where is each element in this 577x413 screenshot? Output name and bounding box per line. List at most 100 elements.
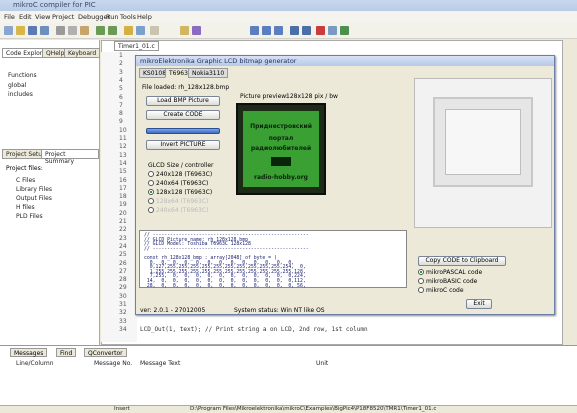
menu-bar: File Edit View Project Debugger Run Tool… — [0, 11, 577, 23]
save-all-icon[interactable] — [40, 26, 49, 35]
tab-find[interactable]: Find — [56, 348, 77, 357]
line-number: 6 — [119, 93, 123, 101]
invert-picture-button[interactable]: Invert PICTURE — [146, 140, 220, 150]
menu-view[interactable]: View — [35, 13, 50, 21]
dialog-title: mikroElektronika Graphic LCD bitmap gene… — [140, 57, 297, 65]
new-file-icon[interactable] — [4, 26, 13, 35]
line-number: 7 — [119, 101, 123, 109]
tree-output-files[interactable]: Output Files — [16, 195, 52, 202]
line-number: 16 — [119, 176, 127, 184]
generated-code[interactable]: // -------------------------------------… — [139, 230, 407, 289]
stop-icon[interactable] — [316, 26, 325, 35]
line-number: 21 — [119, 218, 127, 225]
pause-icon[interactable] — [302, 26, 311, 35]
line-number: 2 — [119, 60, 123, 68]
status-bar: Insert D:\Program Files\Mikroelektronika… — [0, 405, 577, 413]
tab-project-summary[interactable]: Project Summary — [41, 149, 99, 165]
lang-radio-pascal[interactable]: mikroPASCAL code — [418, 269, 482, 276]
line-number: 4 — [119, 76, 123, 84]
line-number: 27 — [119, 267, 127, 275]
line-number: 32 — [119, 309, 127, 317]
build-icon[interactable] — [180, 26, 189, 35]
copy-code-button[interactable]: Copy CODE to Clipboard — [418, 256, 506, 266]
tab-messages[interactable]: Messages — [10, 348, 48, 357]
watch-icon[interactable] — [328, 26, 337, 35]
picture-preview: Приднестровский портал радиолюбителей ra… — [236, 103, 326, 195]
paste-icon[interactable] — [80, 26, 89, 35]
options-icon[interactable] — [150, 26, 159, 35]
exit-button[interactable]: Exit — [466, 299, 492, 309]
menu-help[interactable]: Help — [137, 13, 152, 21]
step-into-icon[interactable] — [250, 26, 259, 35]
line-number: 14 — [119, 159, 127, 167]
load-bmp-button[interactable]: Load BMP Picture — [146, 96, 220, 106]
line-gutter: 1 2 3 4 5 6 7 8 9 10 11 12 13 14 15 16 17 18 19 20 21 22 23 24 2… — [101, 52, 137, 342]
cut-icon[interactable] — [56, 26, 65, 35]
window-title: mikroC compiler for PIC — [13, 1, 96, 9]
left-panel: Code Explorer QHelp Keyboard Functions g… — [0, 40, 101, 345]
tree-global[interactable]: global — [8, 82, 26, 89]
radio-selected-icon — [148, 189, 154, 195]
debug-icon[interactable] — [192, 26, 201, 35]
tree-c-files[interactable]: C Files — [16, 177, 35, 184]
lcd-screen: Приднестровский портал радиолюбителей ra… — [243, 111, 319, 187]
copy-icon[interactable] — [68, 26, 77, 35]
messages-pane: Messages Find QConvertor Line/Column Mes… — [0, 345, 577, 405]
size-radio-1[interactable]: 240x128 (T6963C) — [148, 171, 212, 178]
code-line: 28, 0, 0, 0, 0, 0, 0, 0, 0, 0, 0, 0, 0, … — [144, 283, 306, 289]
undo-icon[interactable] — [96, 26, 105, 35]
menu-project[interactable]: Project — [52, 13, 74, 21]
lang-radio-c[interactable]: mikroC code — [418, 287, 464, 294]
col-line-column[interactable]: Line/Column — [16, 360, 54, 367]
menu-run[interactable]: Run — [106, 13, 118, 21]
lcd-line-2: портал — [268, 135, 294, 142]
size-radio-2[interactable]: 240x64 (T6963C) — [148, 180, 208, 187]
file-loaded-label: File loaded: rh_128x128.bmp — [142, 84, 230, 91]
open-folder-icon[interactable] — [16, 26, 25, 35]
dialog-title-bar: mikroElektronika Graphic LCD bitmap gene… — [136, 56, 554, 66]
line-number: 25 — [119, 251, 127, 259]
tree-pld-files[interactable]: PLD Files — [16, 213, 43, 220]
save-icon[interactable] — [28, 26, 37, 35]
run-icon[interactable] — [290, 26, 299, 35]
editor-visible-line: LCD_Out(1, text); // Print string a on L… — [140, 326, 368, 333]
radio-icon — [148, 171, 154, 177]
tree-h-files[interactable]: H files — [16, 204, 35, 211]
menu-tools[interactable]: Tools — [120, 13, 136, 21]
redo-icon[interactable] — [108, 26, 117, 35]
line-number: 19 — [119, 201, 127, 209]
find-icon[interactable] — [136, 26, 145, 35]
clock-icon[interactable] — [340, 26, 349, 35]
col-unit[interactable]: Unit — [316, 360, 328, 367]
menu-file[interactable]: File — [4, 13, 15, 21]
step-out-icon[interactable] — [274, 26, 283, 35]
title-bar: mikroC compiler for PIC — [0, 0, 577, 11]
tab-keyboard[interactable]: Keyboard — [64, 48, 101, 58]
tab-qconvertor[interactable]: QConvertor — [84, 348, 127, 357]
line-number: 30 — [119, 292, 127, 300]
step-over-icon[interactable] — [262, 26, 271, 35]
menu-edit[interactable]: Edit — [19, 13, 32, 21]
tab-editor-file[interactable]: Timer1_01.c — [114, 41, 159, 51]
lcd-line-4: radio-hobby.org — [254, 174, 308, 181]
size-radio-5: 240x64 (T6963C) — [148, 207, 208, 214]
line-number: 18 — [119, 193, 127, 201]
tab-nokia3110[interactable]: Nokia3110 — [188, 68, 229, 78]
line-number: 31 — [119, 301, 127, 308]
system-status: System status: Win NT like OS — [234, 307, 325, 314]
radio-icon — [418, 287, 424, 293]
size-radio-3[interactable]: 128x128 (T6963C) — [148, 189, 212, 196]
col-message-no[interactable]: Message No. — [94, 360, 132, 367]
version-label: ver: 2.0.1 - 27012005 — [140, 307, 206, 314]
preview-label: Picture preview: — [240, 93, 288, 100]
tree-functions[interactable]: Functions — [8, 72, 37, 79]
create-code-button[interactable]: Create CODE — [146, 110, 220, 120]
col-message-text[interactable]: Message Text — [140, 360, 180, 367]
project-icon[interactable] — [124, 26, 133, 35]
tree-library-files[interactable]: Library Files — [16, 186, 52, 193]
glcd-module-image — [414, 78, 552, 228]
lang-radio-basic[interactable]: mikroBASIC code — [418, 278, 477, 285]
line-number: 3 — [119, 68, 123, 76]
tree-includes[interactable]: includes — [8, 91, 33, 98]
size-radio-4: 128x64 (T6963C) — [148, 198, 208, 205]
